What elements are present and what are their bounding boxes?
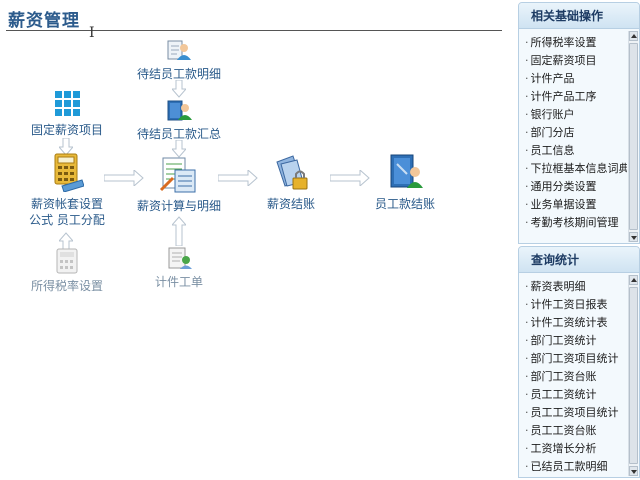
flow-account-setup[interactable]: 薪资帐套设置 公式 员工分配 xyxy=(22,152,112,228)
flow-fixed-items-label: 固定薪资项目 xyxy=(30,123,103,137)
scroll-down-icon[interactable] xyxy=(629,232,638,242)
person-book-icon xyxy=(167,100,192,121)
sidebar-item-product-processes[interactable]: 计件产品工序 xyxy=(525,88,627,106)
sidebar-item-attendance-periods[interactable]: 考勤考核期间管理 xyxy=(525,214,627,232)
flow-calc-detail-label: 薪资计算与明细 xyxy=(136,199,221,213)
flow-calc-detail[interactable]: 薪资计算与明细 xyxy=(134,156,224,214)
calculator-icon xyxy=(54,153,84,192)
flow-employee-settlement-label: 员工款结账 xyxy=(374,197,435,211)
sidebar-item-wage-growth[interactable]: 工资增长分析 xyxy=(525,440,627,458)
sidebar-basic-list: 所得税率设置 固定薪资项目 计件产品 计件产品工序 银行账户 部门分店 员工信息… xyxy=(519,30,628,243)
grid-icon xyxy=(55,91,80,116)
spreadsheet-icon xyxy=(159,157,196,193)
sidebar-item-salary-detail[interactable]: 薪资表明细 xyxy=(525,278,627,296)
flow-settlement[interactable]: 薪资结账 xyxy=(246,152,336,212)
flow-pending-summary-label: 待结员工款汇总 xyxy=(136,127,221,141)
locked-files-icon xyxy=(276,155,308,190)
sidebar-item-document-setup[interactable]: 业务单据设置 xyxy=(525,196,627,214)
page-title: 薪资管理 xyxy=(8,11,80,31)
scroll-up-icon[interactable] xyxy=(629,31,638,41)
flow-pending-detail-label: 待结员工款明细 xyxy=(136,67,221,81)
sidebar-item-employee-info[interactable]: 员工信息 xyxy=(525,142,627,160)
person-document-icon xyxy=(167,40,191,60)
sidebar-item-bank-accounts[interactable]: 银行账户 xyxy=(525,106,627,124)
scroll-thumb[interactable] xyxy=(629,287,638,464)
flow-tax-rate[interactable]: 所得税率设置 xyxy=(22,248,112,294)
sidebar-basic-title: 相关基础操作 xyxy=(519,3,639,29)
text-cursor-icon: I xyxy=(89,25,95,41)
scroll-down-icon[interactable] xyxy=(629,466,638,476)
sidebar-query-panel: 查询统计 薪资表明细 计件工资日报表 计件工资统计表 部门工资统计 部门工资项目… xyxy=(518,246,640,478)
sidebar-item-dept-wage-ledger[interactable]: 部门工资台账 xyxy=(525,368,627,386)
arrow-pending-detail-to-summary xyxy=(172,80,186,98)
sidebar-query-scrollbar[interactable] xyxy=(628,275,638,476)
sidebar-item-piece-products[interactable]: 计件产品 xyxy=(525,70,627,88)
sidebar-basic-scrollbar[interactable] xyxy=(628,31,638,242)
sidebar-item-piece-statistics[interactable]: 计件工资统计表 xyxy=(525,314,627,332)
flow-employee-settlement[interactable]: 员工款结账 xyxy=(360,152,450,212)
sidebar-item-tax-rate[interactable]: 所得税率设置 xyxy=(525,34,627,52)
person-ledger-icon xyxy=(390,154,423,188)
sidebar-query-title: 查询统计 xyxy=(519,247,639,273)
flow-settlement-label: 薪资结账 xyxy=(266,197,315,211)
sidebar-item-employee-wage-item-stats[interactable]: 员工工资项目统计 xyxy=(525,404,627,422)
sidebar-query-list: 薪资表明细 计件工资日报表 计件工资统计表 部门工资统计 部门工资项目统计 部门… xyxy=(519,274,627,477)
sidebar-item-dept-wage-stats[interactable]: 部门工资统计 xyxy=(525,332,627,350)
sidebar-item-employee-wage-stats[interactable]: 员工工资统计 xyxy=(525,386,627,404)
flow-pending-detail[interactable]: 待结员工款明细 xyxy=(134,38,224,82)
calculator-grey-icon xyxy=(56,248,78,274)
sidebar-item-dept-wage-item-stats[interactable]: 部门工资项目统计 xyxy=(525,350,627,368)
piece-work-icon xyxy=(168,247,192,269)
sidebar-item-dropdown-dictionary[interactable]: 下拉框基本信息词典 xyxy=(525,160,628,178)
flow-piece-work-label: 计件工单 xyxy=(154,275,203,289)
flow-tax-rate-label: 所得税率设置 xyxy=(30,279,103,293)
sidebar-item-piece-daily-report[interactable]: 计件工资日报表 xyxy=(525,296,627,314)
sidebar-item-category-setup[interactable]: 通用分类设置 xyxy=(525,178,627,196)
sidebar-item-departments[interactable]: 部门分店 xyxy=(525,124,627,142)
flow-piece-work[interactable]: 计件工单 xyxy=(134,244,224,290)
flow-account-setup-label-1: 薪资帐套设置 xyxy=(30,197,103,211)
sidebar-item-fixed-items[interactable]: 固定薪资项目 xyxy=(525,52,627,70)
scroll-up-icon[interactable] xyxy=(629,275,638,285)
sidebar-basic-panel: 相关基础操作 所得税率设置 固定薪资项目 计件产品 计件产品工序 银行账户 部门… xyxy=(518,2,640,244)
flow-fixed-items[interactable]: 固定薪资项目 xyxy=(22,90,112,138)
sidebar-item-settled-detail[interactable]: 已结员工款明细 xyxy=(525,458,627,476)
title-divider xyxy=(6,30,502,31)
arrow-piece-work-to-calc xyxy=(172,216,186,246)
scroll-thumb[interactable] xyxy=(629,43,638,230)
flow-pending-summary[interactable]: 待结员工款汇总 xyxy=(134,98,224,142)
flow-account-setup-label-2: 公式 员工分配 xyxy=(29,213,105,227)
sidebar-item-employee-wage-ledger[interactable]: 员工工资台账 xyxy=(525,422,627,440)
